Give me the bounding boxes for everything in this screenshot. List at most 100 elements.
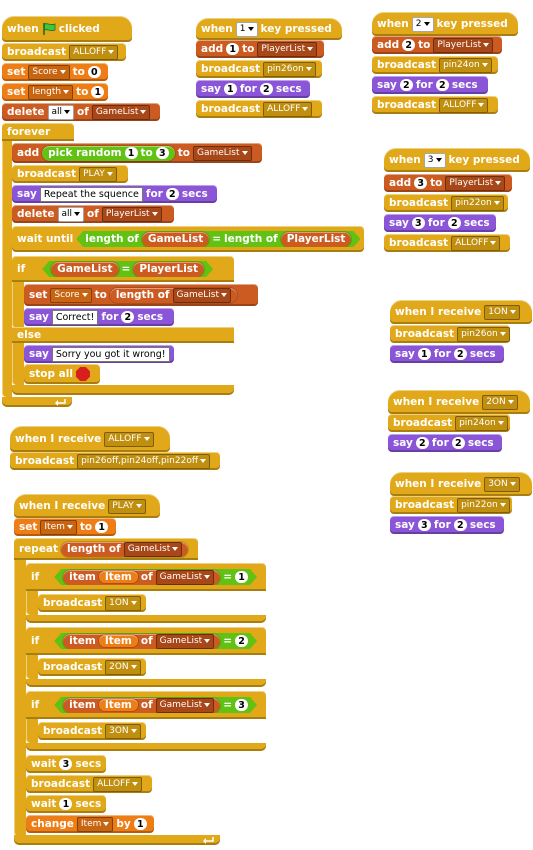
broadcast-block[interactable]: broadcast PLAY [12, 165, 128, 183]
item-of-list-reporter[interactable]: item Item of GameList [63, 570, 220, 585]
key-dropdown[interactable]: 3 [423, 152, 446, 168]
variable-dropdown[interactable]: Score [28, 64, 70, 80]
length-of-reporter[interactable]: length of GameList [109, 287, 238, 303]
message-dropdown[interactable]: pin24on [455, 415, 508, 431]
broadcast-block[interactable]: broadcast pin26off,pin24off,pin22off [10, 452, 220, 470]
secs-input[interactable]: 2 [435, 79, 449, 91]
when-i-receive-hat[interactable]: when I receive 1ON [390, 300, 532, 324]
broadcast-block[interactable]: broadcast pin26on [196, 60, 322, 78]
value-input[interactable]: 1 [235, 571, 248, 583]
variable-reporter[interactable]: Item [99, 571, 138, 583]
list-dropdown[interactable]: GameList [156, 570, 215, 585]
broadcast-block[interactable]: broadcast ALLOFF [196, 100, 322, 118]
add-to-list-block[interactable]: add 1 to PlayerList [196, 40, 324, 58]
value-input[interactable]: 3 [414, 177, 428, 189]
wait-secs-block[interactable]: wait 1 secs [26, 795, 106, 813]
list-dropdown[interactable]: PlayerList [101, 206, 162, 222]
if-else-block[interactable]: if GameList = PlayerList [12, 256, 234, 282]
list-reporter[interactable]: PlayerList [281, 232, 352, 247]
add-to-list-block[interactable]: add 3 to PlayerList [384, 174, 512, 192]
variable-dropdown[interactable]: Score [50, 287, 92, 303]
variable-reporter[interactable]: Item [99, 699, 138, 711]
message-dropdown[interactable]: PLAY [79, 166, 117, 182]
set-variable-block[interactable]: set Score to 0 [2, 63, 108, 81]
broadcast-block[interactable]: broadcast 1ON [38, 594, 146, 612]
say-value-input[interactable]: 2 [415, 437, 429, 449]
list-reporter[interactable]: GameList [51, 262, 118, 277]
say-value-input[interactable]: 1 [417, 348, 431, 360]
list-dropdown[interactable]: GameList [91, 104, 151, 120]
secs-input[interactable]: 2 [447, 217, 461, 229]
index-dropdown[interactable]: all [57, 206, 85, 222]
say-for-secs-block[interactable]: say 2 for 2 secs [388, 434, 502, 452]
list-dropdown[interactable]: PlayerList [433, 37, 494, 53]
secs-input[interactable]: 2 [453, 348, 467, 360]
say-block[interactable]: say Sorry you got it wrong! [24, 345, 174, 363]
say-value-input[interactable]: 2 [399, 79, 413, 91]
delete-list-item-block[interactable]: delete all of GameList [2, 103, 160, 121]
value-input[interactable]: 2 [235, 635, 248, 647]
message-dropdown[interactable]: 1ON [484, 304, 520, 320]
index-dropdown[interactable]: all [47, 104, 75, 120]
variable-dropdown[interactable]: Item [40, 519, 77, 535]
broadcast-block[interactable]: broadcast pin24on [372, 56, 498, 74]
say-for-secs-block[interactable]: say Correct! for 2 secs [24, 308, 174, 326]
message-dropdown[interactable]: PLAY [108, 498, 146, 514]
message-dropdown[interactable]: pin22on [451, 195, 504, 211]
add-to-list-block[interactable]: add pick random 1 to 3 to GameList [12, 143, 262, 163]
secs-input[interactable]: 2 [121, 311, 135, 323]
broadcast-block[interactable]: broadcast ALLOFF [2, 43, 126, 61]
set-variable-block[interactable]: set Score to length of GameList [24, 284, 258, 306]
set-variable-block[interactable]: set Item to 1 [14, 518, 116, 536]
message-dropdown[interactable]: ALLOFF [439, 97, 489, 113]
item-of-list-reporter[interactable]: item Item of GameList [63, 634, 220, 649]
equals-predicate[interactable]: item Item of GameList = 3 [54, 697, 257, 713]
item-of-list-reporter[interactable]: item Item of GameList [63, 698, 220, 713]
broadcast-block[interactable]: broadcast pin26on [390, 325, 510, 343]
list-dropdown[interactable]: GameList [123, 541, 183, 557]
random-from-input[interactable]: 1 [124, 147, 138, 159]
value-input[interactable]: 1 [226, 43, 240, 55]
list-dropdown[interactable]: GameList [172, 287, 232, 303]
value-input[interactable]: 1 [91, 86, 105, 98]
broadcast-block[interactable]: broadcast pin22on [384, 194, 508, 212]
message-dropdown[interactable]: 3ON [105, 723, 141, 739]
length-of-reporter[interactable]: length of GameList [61, 541, 189, 557]
wait-secs-block[interactable]: wait 3 secs [26, 755, 106, 773]
message-dropdown[interactable]: ALLOFF [69, 44, 119, 60]
value-input[interactable]: 3 [235, 699, 248, 711]
if-block[interactable]: if item Item of GameList = 1 [26, 563, 266, 591]
value-input[interactable]: 0 [87, 66, 101, 78]
add-to-list-block[interactable]: add 2 to PlayerList [372, 36, 502, 54]
variable-dropdown[interactable]: length [28, 84, 74, 100]
message-dropdown[interactable]: pin22on [457, 497, 510, 513]
broadcast-block[interactable]: broadcast pin24on [388, 414, 510, 432]
value-input[interactable]: 1 [133, 818, 147, 830]
say-for-secs-block[interactable]: say 1 for 2 secs [196, 80, 310, 98]
when-key-pressed-hat[interactable]: when 3 key pressed [384, 148, 530, 172]
message-dropdown[interactable]: 2ON [105, 659, 141, 675]
equals-predicate[interactable]: item Item of GameList = 2 [54, 633, 257, 649]
broadcast-block[interactable]: broadcast 2ON [38, 658, 146, 676]
message-dropdown[interactable]: pin26on [263, 61, 316, 77]
say-text-input[interactable]: Correct! [51, 309, 99, 325]
when-flag-clicked-hat[interactable]: when clicked [2, 16, 132, 42]
list-reporter[interactable]: PlayerList [133, 262, 204, 277]
secs-input[interactable]: 2 [165, 188, 179, 200]
say-value-input[interactable]: 1 [223, 83, 237, 95]
message-dropdown[interactable]: ALLOFF [451, 235, 501, 251]
change-variable-block[interactable]: change Item by 1 [26, 815, 154, 833]
value-input[interactable]: 2 [402, 39, 416, 51]
variable-reporter[interactable]: Item [99, 635, 138, 647]
secs-input[interactable]: 2 [453, 519, 467, 531]
say-for-secs-block[interactable]: say Repeat the squence for 2 secs [12, 185, 217, 203]
when-i-receive-hat[interactable]: when I receive PLAY [14, 494, 160, 518]
broadcast-block[interactable]: broadcast 3ON [38, 722, 146, 740]
broadcast-block[interactable]: broadcast pin22on [390, 496, 512, 514]
broadcast-block[interactable]: broadcast ALLOFF [26, 775, 152, 793]
say-value-input[interactable]: 3 [411, 217, 425, 229]
if-block[interactable]: if item Item of GameList = 2 [26, 627, 266, 655]
say-for-secs-block[interactable]: say 1 for 2 secs [390, 345, 504, 363]
message-dropdown[interactable]: pin26off,pin24off,pin22off [77, 453, 211, 469]
wait-until-block[interactable]: wait until length of GameList = length o… [12, 226, 364, 252]
